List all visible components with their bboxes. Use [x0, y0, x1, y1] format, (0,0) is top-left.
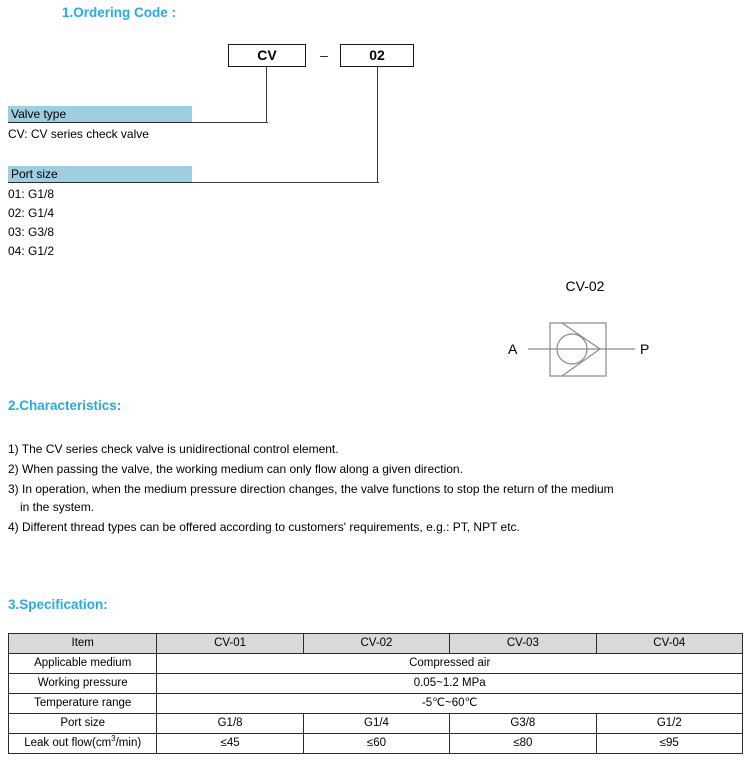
row-value-leak-out-flow-cv-01: ≤45	[156, 733, 304, 754]
table-row: Leak out flow(cm3/min) ≤45 ≤60 ≤80 ≤95	[7, 733, 744, 754]
ordering-code-separator: –	[320, 47, 328, 63]
table-row: Temperature range -5℃~60℃	[7, 693, 743, 714]
legend-item-port-size-01: 01: G1/8	[8, 187, 55, 201]
row-value-port-size-cv-02: G1/4	[302, 713, 451, 734]
table-row: Working pressure 0.05~1.2 MPa	[7, 673, 743, 694]
valve-symbol-title: CV-02	[565, 278, 605, 294]
table-header-cv-04: CV-04	[595, 633, 744, 654]
ordering-code-port-box: 02	[340, 44, 414, 67]
row-value-leak-out-flow-cv-03: ≤80	[449, 733, 597, 754]
row-value-working-pressure: 0.05~1.2 MPa	[156, 673, 743, 694]
valve-symbol-port-a-label: A	[508, 341, 518, 357]
row-value-applicable-medium: Compressed air	[156, 653, 743, 674]
table-row: Port size G1/8 G1/4 G3/8 G1/2	[7, 713, 744, 734]
legend-item-port-size-04: 04: G1/2	[8, 244, 55, 258]
row-label-leak-out-flow: Leak out flow(cm3/min)	[7, 733, 158, 754]
row-value-port-size-cv-01: G1/8	[156, 713, 304, 734]
row-value-leak-out-flow-cv-02: ≤60	[302, 733, 451, 754]
connector-line-series-horizontal	[192, 122, 268, 123]
row-label-working-pressure: Working pressure	[7, 673, 158, 694]
table-row: Applicable medium Compressed air	[7, 653, 743, 674]
row-value-port-size-cv-04: G1/2	[595, 713, 744, 734]
label-bar-port-size: Port size	[8, 166, 192, 183]
row-label-port-size: Port size	[7, 713, 158, 734]
legend-item-port-size-03: 03: G3/8	[8, 225, 55, 239]
characteristic-item-3-continued: in the system.	[20, 500, 95, 514]
row-label-applicable-medium: Applicable medium	[7, 653, 158, 674]
connector-line-port-vertical	[377, 67, 378, 183]
page-title-ordering-code: 1.Ordering Code :	[62, 5, 177, 20]
table-header-cv-01: CV-01	[156, 633, 304, 654]
page-title-specification: 3.Specification:	[8, 597, 108, 612]
connector-line-port-horizontal	[192, 182, 379, 183]
row-label-leak-out-flow-unit: /min)	[115, 737, 142, 749]
valve-symbol-diagram: CV-02	[490, 278, 680, 388]
row-value-leak-out-flow-cv-04: ≤95	[595, 733, 744, 754]
datasheet-page: 1.Ordering Code : CV – 02 Valve type CV:…	[0, 0, 750, 769]
row-label-temperature-range: Temperature range	[7, 693, 158, 714]
page-title-characteristics: 2.Characteristics:	[8, 398, 122, 413]
table-header-cv-03: CV-03	[449, 633, 597, 654]
legend-item-valve-type: CV: CV series check valve	[8, 127, 149, 141]
table-header-cv-02: CV-02	[302, 633, 451, 654]
specification-table: Item CV-01 CV-02 CV-03 CV-04 Applicable …	[7, 633, 744, 754]
table-header-item: Item	[7, 633, 158, 654]
characteristic-item-1: 1) The CV series check valve is unidirec…	[8, 442, 339, 456]
check-valve-symbol-icon	[528, 322, 635, 377]
row-value-temperature-range: -5℃~60℃	[156, 693, 743, 714]
characteristic-item-2: 2) When passing the valve, the working m…	[8, 462, 463, 476]
legend-item-port-size-02: 02: G1/4	[8, 206, 55, 220]
valve-symbol-port-p-label: P	[640, 341, 650, 357]
ordering-code-series-box: CV	[228, 44, 306, 67]
connector-line-series-vertical	[266, 67, 267, 123]
row-label-leak-out-flow-text: Leak out flow(cm	[24, 737, 112, 749]
table-header-row: Item CV-01 CV-02 CV-03 CV-04	[7, 633, 744, 654]
characteristic-item-4: 4) Different thread types can be offered…	[8, 520, 520, 534]
row-value-port-size-cv-03: G3/8	[449, 713, 597, 734]
characteristic-item-3: 3) In operation, when the medium pressur…	[8, 482, 614, 496]
label-bar-valve-type: Valve type	[8, 106, 192, 123]
